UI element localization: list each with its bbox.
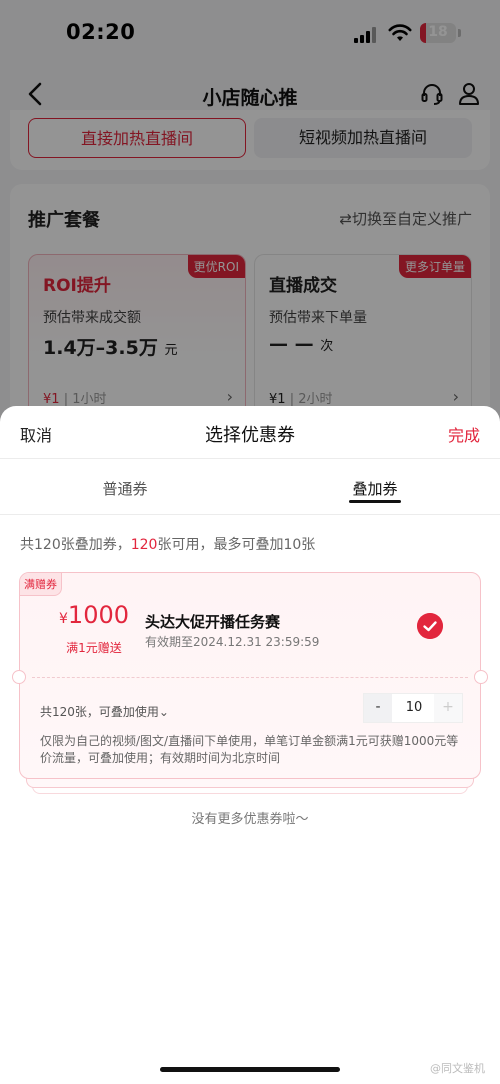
coupon-condition: 满1元赠送 (66, 641, 122, 655)
coupon-type-tag: 满赠券 (20, 573, 62, 596)
quantity-value[interactable]: 10 (392, 694, 436, 722)
increment-button[interactable]: + (434, 694, 462, 722)
ticket-notch (12, 670, 26, 684)
divider (0, 514, 500, 515)
coupon-card[interactable]: 满赠券 ¥1000 满1元赠送 头达大促开播任务赛 有效期至2024.12.31… (12, 572, 488, 779)
tab-normal-coupons[interactable]: 普通券 (65, 478, 185, 499)
checkmark-icon[interactable] (417, 613, 443, 639)
divider (0, 458, 500, 459)
coupon-sheet: 取消 选择优惠券 完成 普通券 叠加券 共120张叠加券，120张可用，最多可叠… (0, 406, 500, 1084)
watermark: @同文鉴机 (430, 1062, 485, 1075)
coupon-name: 头达大促开播任务赛 (145, 613, 281, 631)
coupon-expiry: 有效期至2024.12.31 23:59:59 (145, 635, 320, 649)
decrement-button[interactable]: - (364, 694, 392, 722)
stacked-coupon-edge (26, 778, 474, 788)
sheet-title: 选择优惠券 (205, 425, 295, 446)
home-indicator[interactable] (160, 1067, 340, 1072)
ticket-notch (474, 670, 488, 684)
active-tab-indicator (349, 500, 401, 503)
quantity-stepper: - 10 + (363, 693, 463, 723)
done-button[interactable]: 完成 (448, 422, 480, 446)
coupon-amount: ¥1000 (59, 601, 129, 629)
coupon-summary: 共120张叠加券，120张可用，最多可叠加10张 (20, 537, 316, 553)
coupon-count-toggle[interactable]: 共120张，可叠加使用⌄ (40, 703, 169, 720)
end-of-list-text: 没有更多优惠券啦～ (191, 812, 309, 827)
ticket-divider (32, 677, 468, 678)
tab-stack-coupons[interactable]: 叠加券 (315, 478, 435, 499)
coupon-description: 仅限为自己的视频/图文/直播间下单使用，单笔订单金额满1元可获赠1000元等价流… (40, 734, 459, 765)
